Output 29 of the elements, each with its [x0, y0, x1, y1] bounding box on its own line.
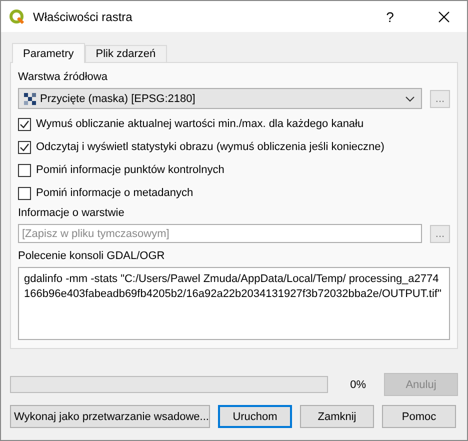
app-logo-icon [9, 8, 25, 24]
field-label: Warstwa źródłowa [18, 70, 108, 85]
output-file-field[interactable]: [Zapisz w pliku tymczasowym] [18, 224, 422, 244]
checkbox-label: Odczytaj i wyświetl statystyki obrazu (wymuś obliczenia jeśli konieczne) [36, 141, 384, 154]
help-button[interactable]: ? [367, 8, 413, 24]
close-icon [438, 10, 450, 22]
chevron-down-icon [405, 96, 415, 102]
browse-button[interactable]: ... [430, 90, 450, 108]
tab[interactable]: Plik zdarzeń [84, 45, 167, 63]
dialog-button[interactable]: Uruchom [218, 405, 292, 428]
checkbox[interactable] [18, 118, 31, 131]
layer-dropdown[interactable]: Przycięte (maska) [EPSG:2180] [18, 88, 422, 109]
checkbox-label: Pomiń informacje o metadanych [36, 187, 194, 199]
browse-button[interactable]: ... [430, 224, 450, 243]
field-label: Informacje o warstwie [18, 206, 126, 222]
checkbox[interactable] [18, 140, 31, 154]
checkbox-label: Wymuś obliczanie aktualnej wartości min./max. dla każdego kanału [36, 118, 364, 130]
window-title: Właściwości rastra [33, 10, 134, 24]
checkbox[interactable] [18, 186, 31, 200]
dialog-button[interactable]: Wykonaj jako przetwarzanie wsadowe... [10, 405, 210, 428]
checkbox[interactable] [18, 164, 31, 177]
checkbox-label: Pomiń informacje punktów kontrolnych [36, 164, 224, 176]
tab[interactable]: Parametry [12, 43, 85, 63]
console-command-field[interactable]: gdalinfo -mm -stats "C:/Users/Pawel Zmuda/AppData/Local/Temp/ processing_a2774166b96e403fabeadb69fb4205b2/16a92a22b2034131927f3b72032bba2e/OUTPUT.tif" [18, 267, 450, 340]
raster-layer-icon [24, 92, 36, 104]
dialog-button[interactable]: Zamknij [300, 405, 374, 428]
progress-percent: 0% [349, 378, 366, 390]
dialog-button[interactable]: Pomoc [382, 405, 456, 428]
field-label: Polecenie konsoli GDAL/OGR [18, 249, 166, 264]
